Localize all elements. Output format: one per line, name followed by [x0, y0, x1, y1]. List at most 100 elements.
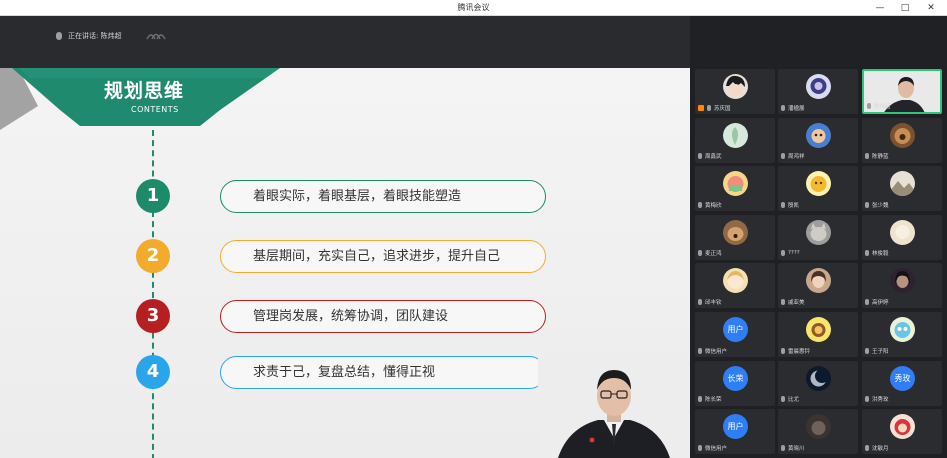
- participant-name: 周鸿祥: [781, 152, 805, 161]
- participant-tile[interactable]: 殷凯: [778, 166, 858, 212]
- participant-name-text: 戚亚美: [788, 299, 805, 306]
- participant-name-text: 比尤: [788, 397, 800, 404]
- participant-name-text: 王子阳: [872, 348, 889, 355]
- participant-tile[interactable]: 比尤: [778, 360, 858, 406]
- participant-name-text: 沈敏月: [872, 445, 889, 452]
- participant-name: 黄梅欣: [698, 200, 722, 209]
- microphone-icon: [781, 396, 785, 403]
- participant-name-text: 周鑫武: [705, 154, 722, 161]
- meeting-window: 腾讯会议 — □ ✕ 正在讲话: 陈炜超 规划思维 CONTENTS 1 着眼实际…: [0, 0, 947, 458]
- microphone-icon: [56, 32, 62, 40]
- avatar: [890, 317, 915, 342]
- avatar: [806, 171, 831, 197]
- avatar: [890, 122, 915, 148]
- participant-name-text: 陈长荣: [705, 397, 722, 404]
- participant-tile[interactable]: 用户微信用户: [695, 312, 775, 357]
- avatar: [890, 171, 915, 197]
- avatar: [806, 414, 831, 440]
- participant-tile[interactable]: ????: [778, 214, 858, 260]
- close-button[interactable]: ✕: [922, 1, 940, 15]
- avatar: [806, 122, 831, 148]
- participant-tile[interactable]: 陈炜超: [862, 69, 942, 114]
- item-text-2: 基层期间，充实自己，追求进步，提升自己: [220, 240, 546, 273]
- participant-name: 陈长荣: [698, 395, 722, 404]
- microphone-icon: [865, 250, 869, 257]
- participant-name-text: ????: [788, 250, 800, 257]
- participant-name-text: 林俊毅: [872, 251, 889, 258]
- presenter-video: [538, 358, 690, 458]
- participant-name-text: 黄梅欣: [705, 202, 722, 209]
- participant-name: 黄晓川: [781, 443, 805, 452]
- avatar: [723, 122, 748, 148]
- slide-subtitle: CONTENTS: [131, 105, 179, 114]
- participant-tile[interactable]: 戚亚美: [778, 263, 858, 309]
- window-title: 腾讯会议: [457, 3, 490, 12]
- participant-name: 比尤: [781, 395, 799, 404]
- minimize-button[interactable]: —: [871, 1, 889, 15]
- participant-tile[interactable]: 邱丰钦: [695, 263, 775, 309]
- participant-name: 陈炜超: [867, 101, 891, 110]
- participant-name: 张少魏: [865, 200, 889, 209]
- item-number-3: 3: [136, 299, 170, 333]
- microphone-icon: [781, 250, 785, 257]
- meeting-top-bar: 正在讲话: 陈炜超: [0, 16, 690, 68]
- participant-tile[interactable]: 沈敏月: [862, 409, 942, 455]
- item-number-1: 1: [136, 179, 170, 213]
- microphone-icon: [698, 201, 702, 208]
- slide-title: 规划思维: [104, 80, 185, 102]
- participant-tile[interactable]: 王子阳: [862, 312, 942, 357]
- participant-name: 潘楹展: [781, 103, 805, 112]
- participant-tile[interactable]: 潘楹展: [778, 69, 858, 114]
- participant-tile[interactable]: 长荣 陈长荣: [695, 360, 775, 406]
- microphone-icon: [698, 347, 702, 354]
- participant-tile[interactable]: 黄梅欣: [695, 166, 775, 212]
- microphone-icon: [865, 444, 869, 451]
- participant-name-text: 高伊婷: [872, 299, 889, 306]
- maximize-button[interactable]: □: [896, 1, 914, 15]
- participant-name: 林俊毅: [865, 249, 889, 258]
- microphone-icon: [781, 444, 785, 451]
- participant-list[interactable]: 苏庆国 潘楹展 陈炜超周鑫武 周鸿祥 陈静蓝黄梅欣 殷凯 张少魏麦正鸿???? 林俊毅邱丰钦 戚…: [690, 68, 947, 458]
- avatar-text: 用户: [723, 414, 748, 440]
- participant-name: 微信用户: [698, 346, 727, 355]
- microphone-icon: [865, 298, 869, 305]
- avatar-text: 用户: [723, 317, 748, 342]
- participant-name-text: 陈炜超: [874, 103, 891, 110]
- avatar: [723, 219, 748, 245]
- participant-name: 陈静蓝: [865, 152, 889, 161]
- participant-name: 微信用户: [698, 443, 727, 452]
- avatar: [806, 219, 831, 245]
- participant-name-text: 微信用户: [705, 445, 728, 452]
- item-number-2: 2: [136, 239, 170, 273]
- avatar: [723, 171, 748, 197]
- avatar: [806, 268, 831, 294]
- participant-name-text: 黄晓川: [788, 445, 805, 452]
- participant-tile[interactable]: 周鑫武: [695, 117, 775, 163]
- participant-tile[interactable]: 麦正鸿: [695, 214, 775, 260]
- participant-tile[interactable]: 高伊婷: [862, 263, 942, 309]
- participant-tile[interactable]: 苏庆国: [695, 69, 775, 114]
- participant-name-text: 潘楹展: [788, 105, 805, 112]
- avatar: [806, 74, 831, 99]
- participant-tile[interactable]: 周鸿祥: [778, 117, 858, 163]
- participant-tile[interactable]: 用户微信用户: [695, 409, 775, 455]
- signal-icon: [146, 33, 166, 40]
- microphone-icon: [865, 201, 869, 208]
- participant-name-text: 张少魏: [872, 202, 889, 209]
- participant-tile[interactable]: 黄晓川: [778, 409, 858, 455]
- speaking-label: 正在讲话: 陈炜超: [68, 32, 122, 40]
- participant-tile[interactable]: 秀玫 洪秀玫: [862, 360, 942, 406]
- participant-name-text: 微信用户: [705, 348, 728, 355]
- item-text-1: 着眼实际，着眼基层，着眼技能塑造: [220, 180, 546, 213]
- participant-tile[interactable]: 张少魏: [862, 166, 942, 212]
- shared-slide: 规划思维 CONTENTS 1 着眼实际，着眼基层，着眼技能塑造 2 基层期间，充实自…: [0, 68, 690, 458]
- participant-tile[interactable]: 林俊毅: [862, 214, 942, 260]
- avatar-text: 秀玫: [890, 365, 915, 391]
- participant-tile[interactable]: 雷晨惠钤: [778, 312, 858, 357]
- participant-name-text: 殷凯: [788, 202, 800, 209]
- microphone-icon: [865, 153, 869, 160]
- avatar: [723, 74, 748, 99]
- participant-tile[interactable]: 陈静蓝: [862, 117, 942, 163]
- microphone-icon: [698, 396, 702, 403]
- participant-name: 麦正鸿: [698, 249, 722, 258]
